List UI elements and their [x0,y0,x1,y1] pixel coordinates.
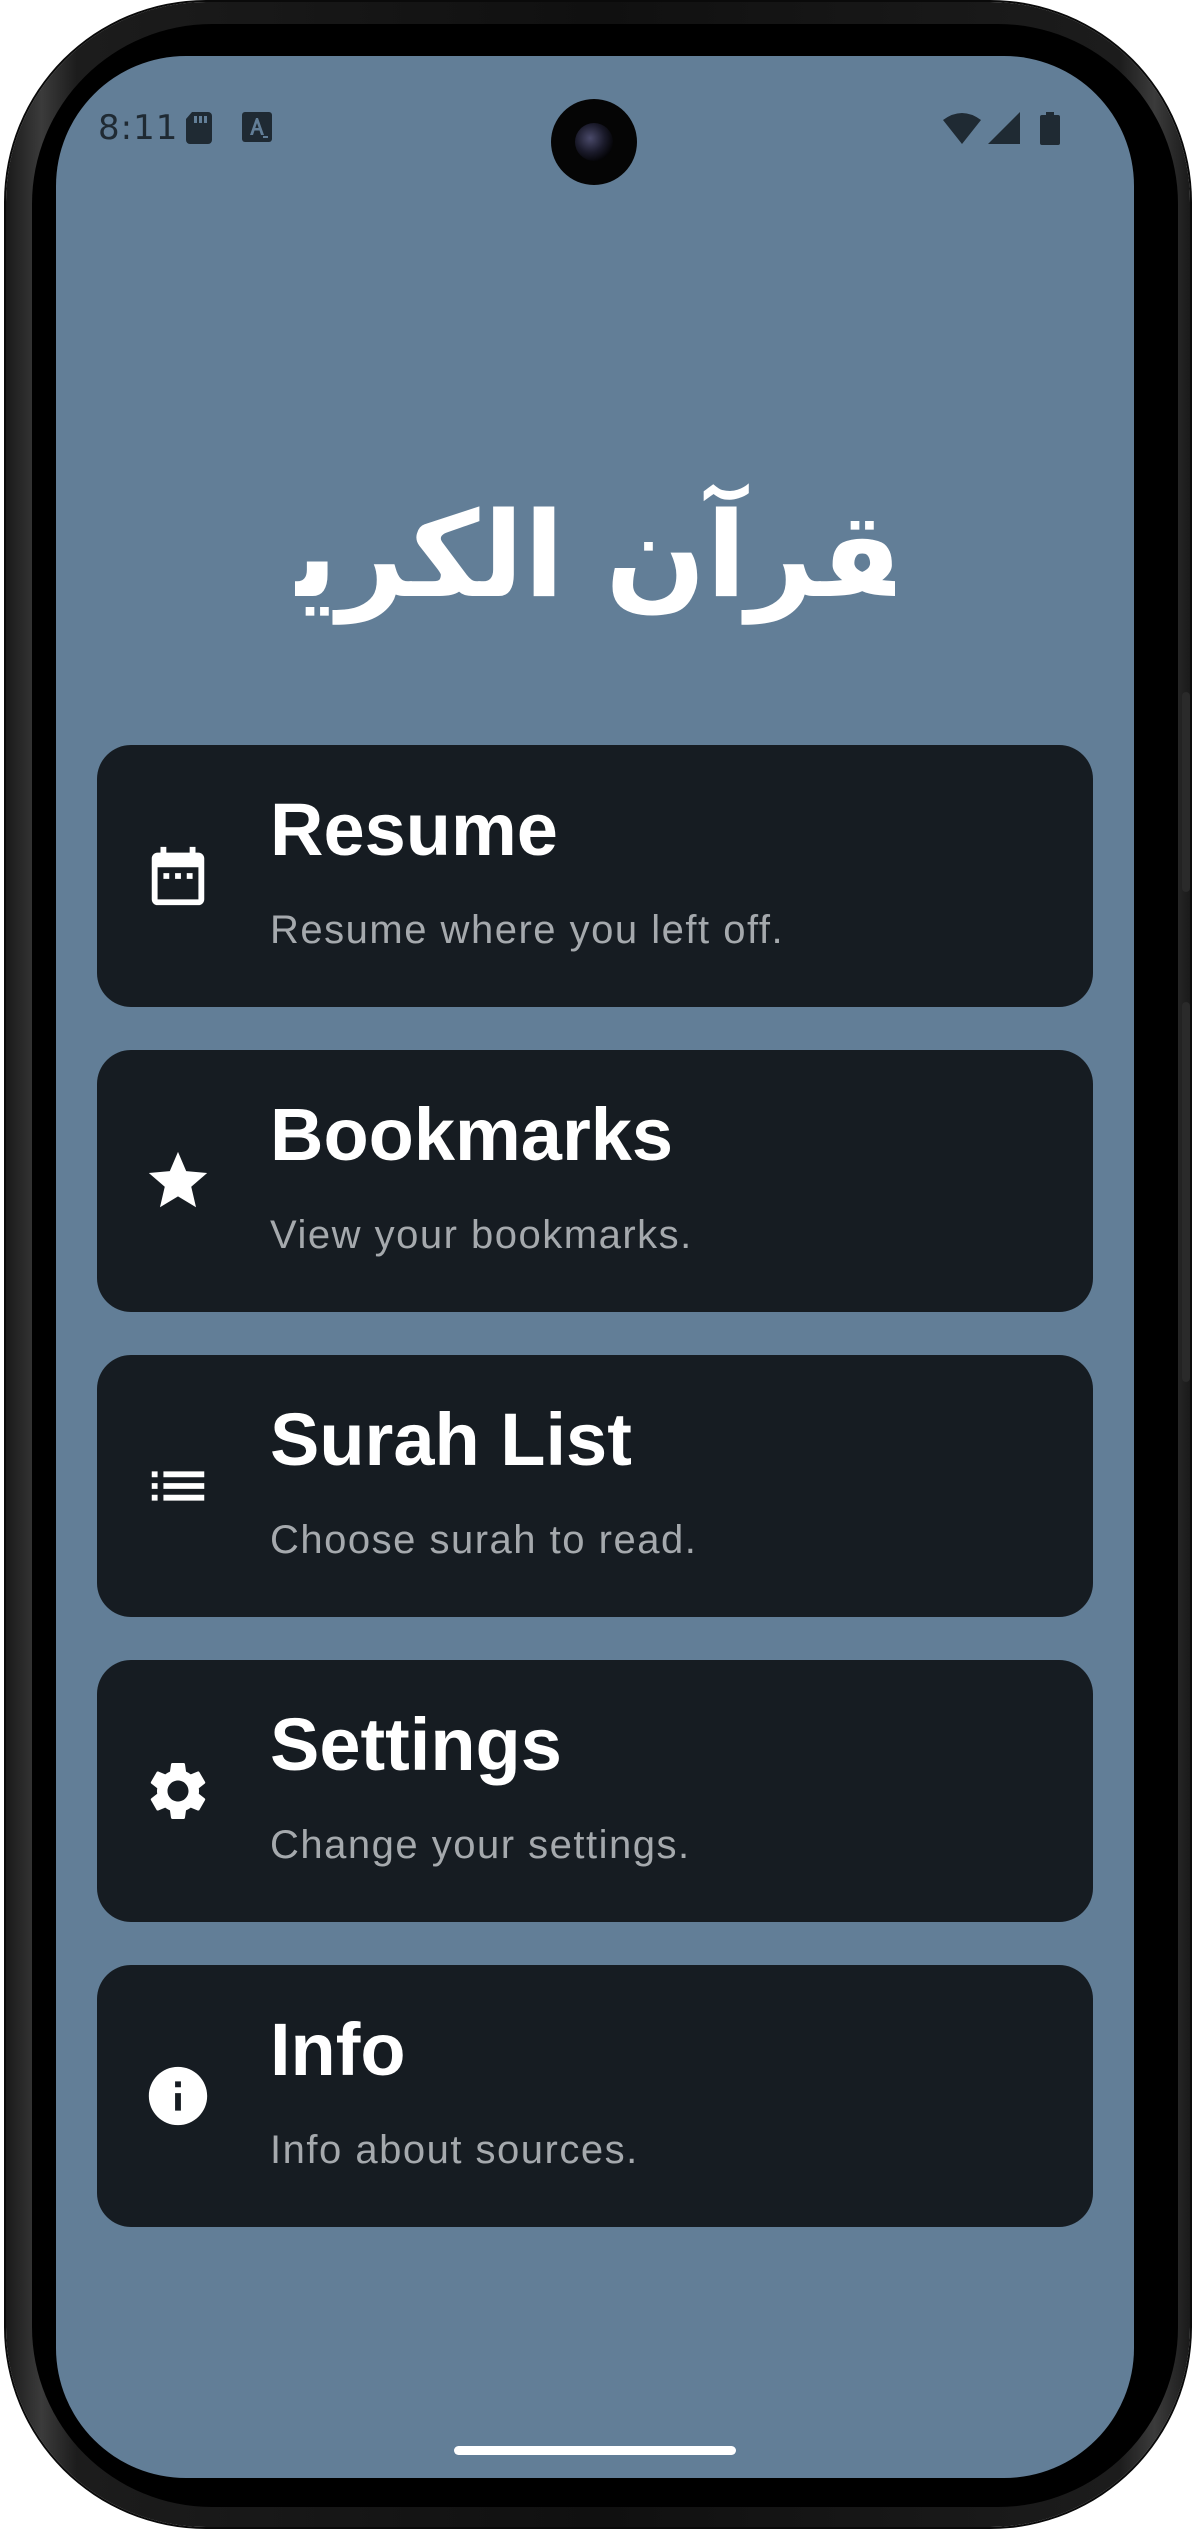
bookmarks-subtitle: View your bookmarks. [270,1213,693,1257]
logo-text: القرآن الكريم [295,483,895,625]
info-subtitle: Info about sources. [270,2128,639,2172]
info-title: Info [270,2008,406,2091]
status-time: 8:11 [98,108,179,148]
battery-icon [1040,112,1060,150]
volume-button [1182,692,1190,892]
home-indicator[interactable] [454,2446,736,2455]
resume-subtitle: Resume where you left off. [270,908,785,952]
wifi-icon [943,112,981,149]
quran-logo: القرآن الكريم [201,446,990,666]
list-icon [143,1451,213,1521]
bookmarks-button[interactable]: Bookmarks View your bookmarks. [97,1050,1093,1312]
gear-icon [143,1756,213,1826]
power-button [1182,1002,1190,1382]
resume-button[interactable]: Resume Resume where you left off. [97,745,1093,1007]
settings-subtitle: Change your settings. [270,1823,691,1867]
bookmarks-title: Bookmarks [270,1093,674,1176]
main-menu: Resume Resume where you left off. Bookma… [97,745,1093,2270]
resume-title: Resume [270,788,558,871]
star-icon [143,1146,213,1216]
calendar-icon [143,841,213,911]
sd-card-icon [186,112,212,149]
signal-icon [988,112,1020,149]
info-button[interactable]: Info Info about sources. [97,1965,1093,2227]
app-screen: 8:11 قرآن الكري Resume Resume where you … [56,56,1134,2478]
settings-title: Settings [270,1703,562,1786]
text-notification-icon [242,112,272,147]
info-icon [143,2061,213,2131]
surah-list-title: Surah List [270,1398,632,1481]
surah-list-button[interactable]: Surah List Choose surah to read. [97,1355,1093,1617]
surah-list-subtitle: Choose surah to read. [270,1518,698,1562]
front-camera [551,99,637,185]
settings-button[interactable]: Settings Change your settings. [97,1660,1093,1922]
